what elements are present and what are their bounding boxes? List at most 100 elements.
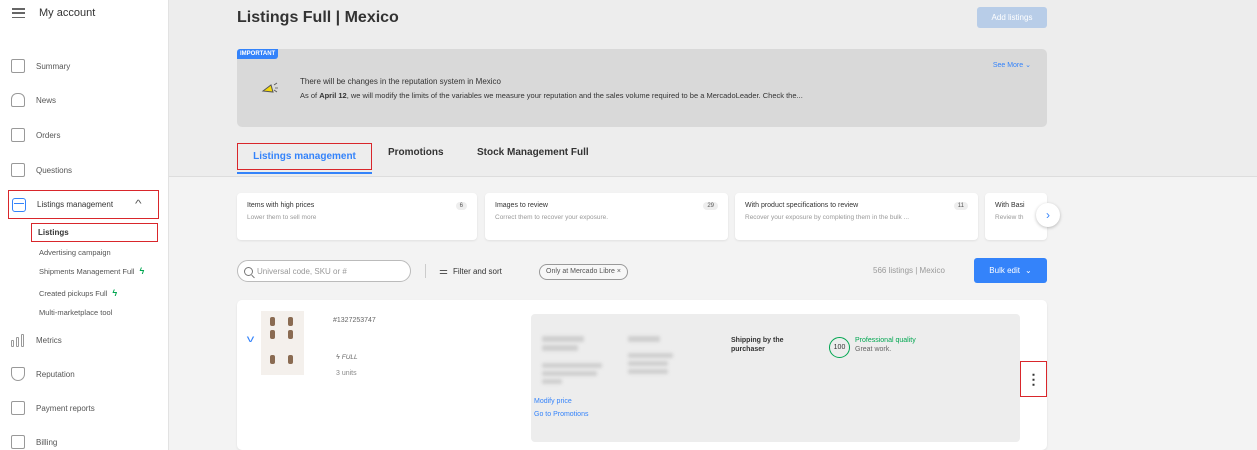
blurred-price bbox=[542, 336, 584, 342]
sidebar-header[interactable]: My account bbox=[12, 7, 95, 19]
sidebar-item-summary[interactable]: Summary bbox=[11, 59, 70, 73]
important-banner: IMPORTANT See More ⌄ There will be chang… bbox=[237, 49, 1047, 127]
quality-note: Great work. bbox=[855, 346, 892, 353]
listing-id: #1327253747 bbox=[333, 317, 376, 324]
sidebar-subitem-label: Advertising campaign bbox=[39, 248, 111, 257]
card-subtitle: Recover your exposure by completing them… bbox=[745, 214, 910, 221]
card-count-badge: 6 bbox=[455, 202, 467, 210]
sidebar-item-billing[interactable]: Billing bbox=[11, 435, 57, 449]
listings-count: 566 listings | Mexico bbox=[873, 266, 945, 275]
sidebar-subitem-advertising[interactable]: Advertising campaign bbox=[39, 248, 111, 257]
toolbar-divider bbox=[425, 264, 426, 278]
sidebar-subitem-shipments-full[interactable]: Shipments Management Full ϟ bbox=[39, 266, 144, 276]
chip-close-icon[interactable]: × bbox=[617, 268, 621, 275]
sidebar-item-metrics[interactable]: Metrics bbox=[11, 333, 62, 347]
quality-label: Professional quality bbox=[855, 337, 916, 344]
tab-listings-management[interactable]: Listings management bbox=[237, 143, 372, 170]
filter-label: Filter and sort bbox=[452, 267, 502, 276]
go-to-promotions-link[interactable]: Go to Promotions bbox=[534, 411, 588, 418]
sidebar-item-label: Summary bbox=[36, 61, 71, 71]
filter-and-sort-button[interactable]: ⚌ Filter and sort bbox=[439, 266, 502, 277]
listing-detail-panel bbox=[531, 314, 1020, 442]
shield-icon bbox=[11, 367, 25, 381]
bolt-icon: ϟ bbox=[139, 266, 145, 276]
card-high-prices[interactable]: Items with high prices Lower them to sel… bbox=[237, 193, 477, 240]
card-images-to-review[interactable]: Images to review Correct them to recover… bbox=[485, 193, 728, 240]
filter-chip-only-mercado-libre[interactable]: Only at Mercado Libre × bbox=[539, 264, 628, 280]
sidebar-item-label: Orders bbox=[36, 130, 61, 140]
bulk-edit-button[interactable]: Bulk edit ⌄ bbox=[974, 258, 1047, 283]
hamburger-menu-icon[interactable] bbox=[12, 8, 25, 18]
sidebar-item-reputation[interactable]: Reputation bbox=[11, 367, 75, 381]
bolt-icon: ϟ bbox=[112, 288, 118, 298]
expand-chevron-icon[interactable]: v bbox=[247, 334, 255, 345]
see-more-label: See More bbox=[992, 62, 1024, 69]
banner-text-suffix: , we will modify the limits of the varia… bbox=[346, 91, 803, 100]
kebab-menu-icon: ⋮ bbox=[1026, 370, 1041, 387]
card-subtitle: Lower them to sell more bbox=[247, 214, 317, 221]
sidebar-item-label: Metrics bbox=[36, 335, 62, 345]
card-subtitle: Review th bbox=[995, 214, 1024, 221]
important-badge: IMPORTANT bbox=[237, 49, 279, 59]
full-badge: ϟ FULL bbox=[336, 354, 358, 361]
card-count-badge: 29 bbox=[703, 202, 718, 210]
card-title: With product specifications to review bbox=[745, 202, 859, 209]
chevron-down-icon: ⌄ bbox=[1025, 62, 1031, 69]
sidebar-item-label: Payment reports bbox=[36, 403, 95, 413]
banner-text-bold: April 12 bbox=[319, 91, 347, 100]
sidebar-item-label: Reputation bbox=[36, 369, 75, 379]
search-icon bbox=[244, 266, 253, 276]
card-count-badge: 11 bbox=[953, 202, 968, 210]
bar-chart-icon bbox=[11, 333, 25, 347]
chevron-down-icon: ⌄ bbox=[1024, 266, 1032, 275]
units-available: 3 units bbox=[336, 370, 357, 377]
chevron-right-icon: › bbox=[1046, 208, 1050, 222]
tab-stock-management-full[interactable]: Stock Management Full bbox=[477, 147, 589, 158]
bolt-icon: ϟ bbox=[336, 354, 340, 361]
summary-icon bbox=[11, 59, 25, 73]
product-thumbnail[interactable] bbox=[261, 311, 304, 375]
sidebar-title: My account bbox=[39, 7, 96, 19]
search-input[interactable]: Universal code, SKU or # bbox=[237, 260, 411, 282]
sidebar-subitem-pickups-full[interactable]: Created pickups Full ϟ bbox=[39, 288, 117, 298]
sidebar-item-news[interactable]: News bbox=[11, 93, 56, 107]
blurred-price bbox=[542, 345, 578, 351]
search-placeholder: Universal code, SKU or # bbox=[257, 266, 347, 276]
sidebar-item-label: Questions bbox=[36, 165, 73, 175]
sidebar-item-orders[interactable]: Orders bbox=[11, 128, 60, 142]
quality-score-badge: 100 bbox=[829, 337, 850, 358]
banner-text-prefix: As of bbox=[300, 91, 320, 100]
listings-icon bbox=[12, 197, 26, 212]
blurred-label bbox=[628, 336, 660, 342]
sidebar-subitem-listings[interactable]: Listings bbox=[31, 223, 158, 242]
sidebar-item-questions[interactable]: Questions bbox=[11, 163, 72, 177]
sidebar-item-label: Listings management bbox=[37, 200, 114, 209]
see-more-link[interactable]: See More ⌄ bbox=[993, 61, 1031, 69]
blurred-detail bbox=[542, 363, 602, 368]
blurred-detail bbox=[542, 371, 597, 376]
sidebar-item-listings-management[interactable]: Listings management ^ bbox=[8, 190, 159, 219]
orders-icon bbox=[11, 128, 25, 142]
sidebar-item-label: Billing bbox=[36, 437, 58, 447]
blurred-detail bbox=[628, 361, 668, 366]
more-options-button[interactable]: ⋮ bbox=[1020, 361, 1047, 397]
questions-icon bbox=[11, 163, 25, 177]
tabs-divider bbox=[169, 176, 1257, 177]
card-title: Images to review bbox=[495, 202, 548, 209]
add-listings-button[interactable]: Add listings bbox=[977, 7, 1047, 28]
sidebar: My account Summary News Orders Questions… bbox=[0, 0, 169, 450]
card-title: Items with high prices bbox=[247, 202, 315, 209]
active-tab-underline bbox=[237, 172, 372, 174]
billing-icon bbox=[11, 435, 25, 449]
sidebar-subitem-label: Multi-marketplace tool bbox=[39, 308, 113, 317]
modify-price-link[interactable]: Modify price bbox=[534, 398, 572, 405]
sidebar-item-payment-reports[interactable]: Payment reports bbox=[11, 401, 95, 415]
carousel-next-button[interactable]: › bbox=[1036, 203, 1060, 227]
card-product-specs[interactable]: With product specifications to review Re… bbox=[735, 193, 978, 240]
tab-promotions[interactable]: Promotions bbox=[388, 147, 444, 158]
banner-text: As of April 12, we will modify the limit… bbox=[300, 91, 803, 100]
sidebar-subitem-label: Created pickups Full bbox=[39, 288, 108, 298]
full-label: FULL bbox=[341, 354, 358, 361]
bell-icon bbox=[11, 93, 25, 107]
sidebar-subitem-multi-marketplace[interactable]: Multi-marketplace tool bbox=[39, 308, 112, 317]
